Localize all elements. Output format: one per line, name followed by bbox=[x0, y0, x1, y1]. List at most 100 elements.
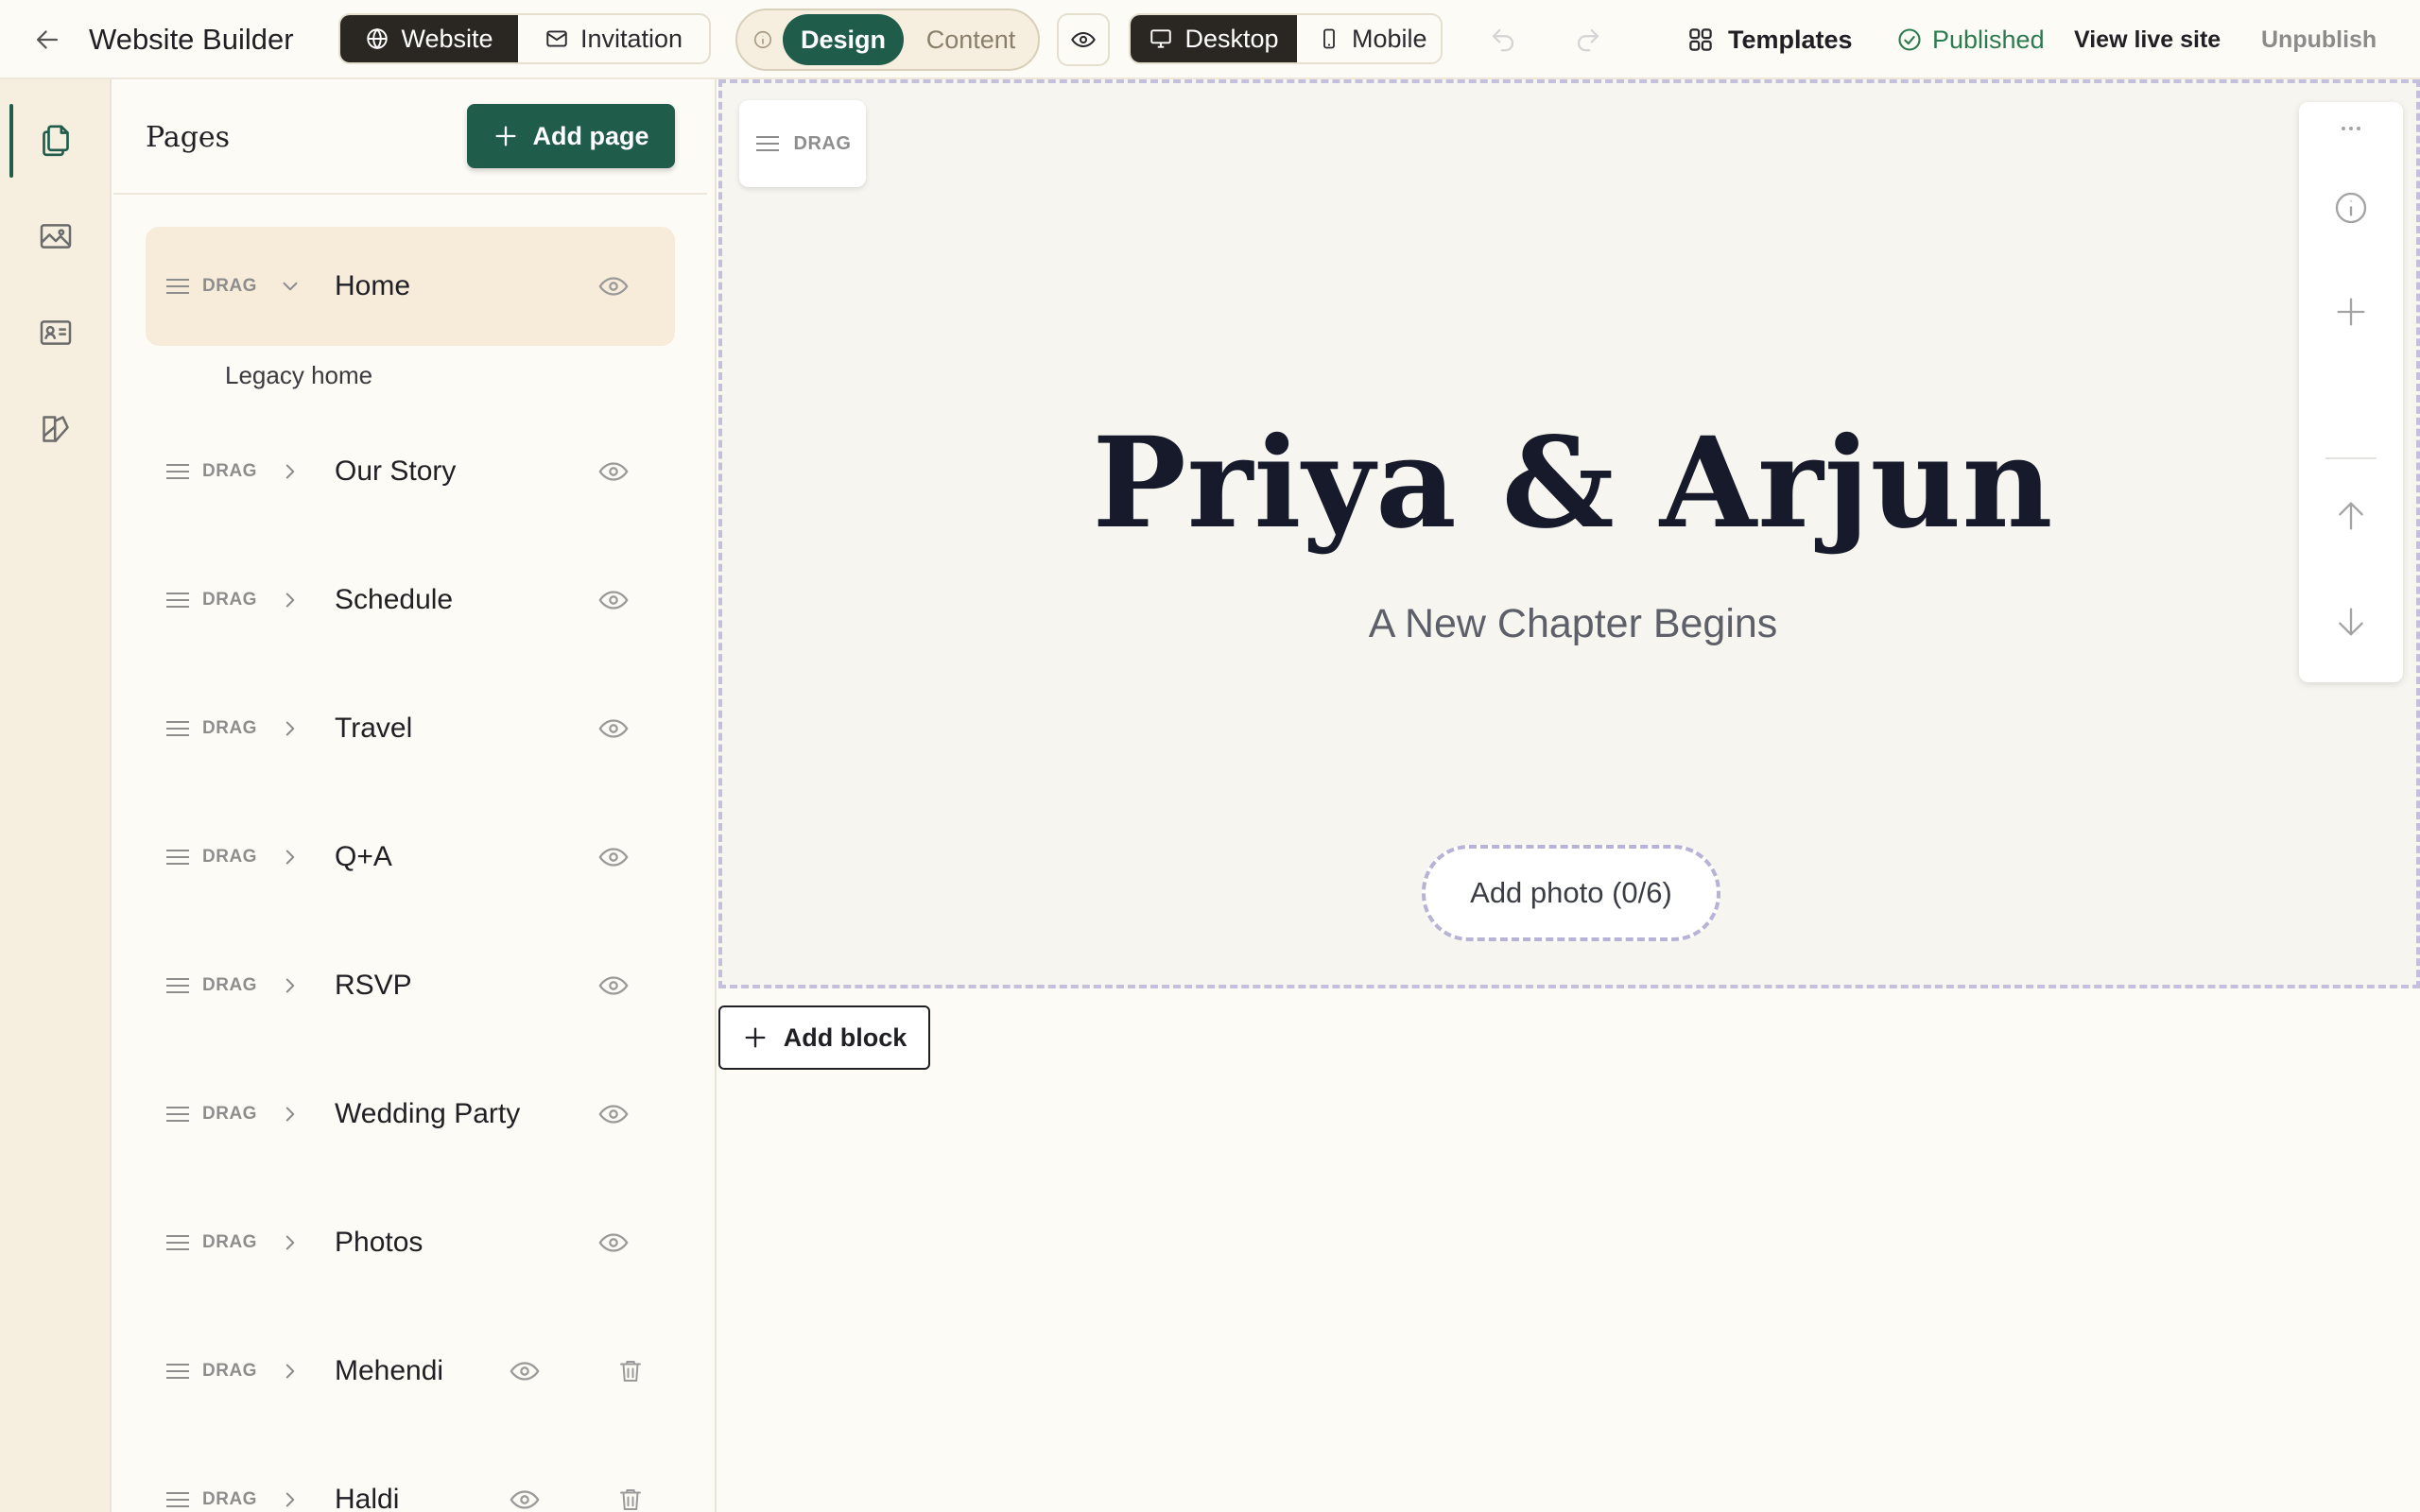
view-live-site-link[interactable]: View live site bbox=[2074, 0, 2221, 79]
redo-icon bbox=[1574, 26, 1602, 54]
page-name: Schedule bbox=[335, 584, 454, 615]
page-row-travel[interactable]: DRAG Travel bbox=[146, 669, 675, 788]
chevron-right-icon[interactable] bbox=[278, 669, 302, 788]
rail-pages-button[interactable] bbox=[0, 102, 112, 178]
drag-handle[interactable]: DRAG bbox=[164, 227, 257, 346]
chevron-right-icon[interactable] bbox=[278, 1055, 302, 1174]
chevron-right-icon[interactable] bbox=[278, 1312, 302, 1431]
info-icon[interactable] bbox=[743, 29, 783, 50]
drag-handle[interactable]: DRAG bbox=[164, 412, 257, 531]
chevron-right-icon[interactable] bbox=[278, 926, 302, 1045]
hero-block[interactable]: DRAG Priya & Arjun A New Chapter Begins … bbox=[718, 79, 2420, 988]
page-row-haldi[interactable]: DRAG Haldi bbox=[146, 1440, 675, 1512]
page-name: Mehendi bbox=[335, 1355, 444, 1386]
templates-label: Templates bbox=[1728, 25, 1853, 54]
drag-handle[interactable]: DRAG bbox=[164, 1183, 257, 1302]
page-row-mehendi[interactable]: DRAG Mehendi bbox=[146, 1312, 675, 1431]
page-row-schedule[interactable]: DRAG Schedule bbox=[146, 541, 675, 660]
drag-handle[interactable]: DRAG bbox=[164, 798, 257, 917]
tab-website[interactable]: Website bbox=[340, 15, 518, 62]
drag-label: DRAG bbox=[793, 132, 852, 154]
chevron-down-icon[interactable] bbox=[278, 227, 302, 346]
drag-handle[interactable]: DRAG bbox=[164, 541, 257, 660]
trash-icon[interactable] bbox=[616, 1440, 645, 1512]
trash-icon[interactable] bbox=[616, 1312, 645, 1431]
page-name: Our Story bbox=[335, 455, 457, 487]
check-circle-icon bbox=[1896, 26, 1923, 53]
tab-invitation[interactable]: Invitation bbox=[518, 15, 709, 62]
visibility-eye-icon[interactable] bbox=[597, 412, 630, 531]
chevron-right-icon[interactable] bbox=[278, 1440, 302, 1512]
drag-label: DRAG bbox=[202, 1361, 257, 1381]
mode-design-button[interactable]: Design bbox=[783, 14, 904, 65]
unpublish-button[interactable]: Unpublish bbox=[2261, 0, 2377, 79]
visibility-eye-icon[interactable] bbox=[509, 1440, 541, 1512]
chevron-right-icon[interactable] bbox=[278, 798, 302, 917]
website-invitation-toggle: Website Invitation bbox=[338, 13, 711, 64]
plus-icon bbox=[742, 1024, 769, 1051]
drag-handle[interactable]: DRAG bbox=[164, 669, 257, 788]
drag-label: DRAG bbox=[202, 590, 257, 610]
block-info-icon[interactable] bbox=[2299, 189, 2403, 227]
add-block-button[interactable]: Add block bbox=[718, 1005, 930, 1070]
visibility-eye-icon[interactable] bbox=[597, 926, 630, 1045]
page-row-photos[interactable]: DRAG Photos bbox=[146, 1183, 675, 1302]
arrow-up-icon[interactable] bbox=[2299, 497, 2403, 535]
page-row-rsvp[interactable]: DRAG RSVP bbox=[146, 926, 675, 1045]
page-row-home[interactable]: DRAG Home bbox=[146, 227, 675, 346]
page-name: Home bbox=[335, 270, 411, 301]
globe-icon bbox=[365, 26, 389, 51]
visibility-eye-icon[interactable] bbox=[509, 1312, 541, 1431]
page-name: Q+A bbox=[335, 841, 392, 872]
chevron-right-icon[interactable] bbox=[278, 1183, 302, 1302]
pages-panel-title: Pages bbox=[146, 121, 231, 154]
chevron-right-icon[interactable] bbox=[278, 412, 302, 531]
device-mobile[interactable]: Mobile bbox=[1297, 15, 1441, 62]
add-icon[interactable] bbox=[2299, 293, 2403, 331]
page-row-qa[interactable]: DRAG Q+A bbox=[146, 798, 675, 917]
drag-handle[interactable]: DRAG bbox=[164, 926, 257, 1045]
drag-label: DRAG bbox=[202, 1104, 257, 1124]
add-photo-button[interactable]: Add photo (0/6) bbox=[1422, 845, 1720, 941]
hero-subtitle[interactable]: A New Chapter Begins bbox=[722, 601, 2420, 647]
drag-lines-icon bbox=[164, 461, 191, 482]
drag-handle[interactable]: DRAG bbox=[164, 1055, 257, 1174]
page-row-wedding-party[interactable]: DRAG Wedding Party bbox=[146, 1055, 675, 1174]
visibility-eye-icon[interactable] bbox=[597, 541, 630, 660]
top-bar: Website Builder Website Invitation Desig… bbox=[0, 0, 2420, 79]
mobile-icon bbox=[1318, 26, 1340, 51]
toolbar-divider bbox=[2325, 457, 2377, 459]
redo-button[interactable] bbox=[1569, 0, 1607, 79]
add-block-label: Add block bbox=[783, 1022, 908, 1052]
page-name: Travel bbox=[335, 713, 413, 744]
visibility-eye-icon[interactable] bbox=[597, 227, 630, 346]
drag-label: DRAG bbox=[202, 1232, 257, 1252]
hero-title[interactable]: Priya & Arjun bbox=[722, 410, 2420, 557]
visibility-eye-icon[interactable] bbox=[597, 669, 630, 788]
drag-handle[interactable]: DRAG bbox=[164, 1312, 257, 1431]
rail-media-button[interactable] bbox=[0, 198, 112, 274]
mode-content-button[interactable]: Content bbox=[904, 26, 1038, 55]
drag-label: DRAG bbox=[202, 847, 257, 867]
device-desktop[interactable]: Desktop bbox=[1131, 15, 1297, 62]
page-row-our-story[interactable]: DRAG Our Story bbox=[146, 412, 675, 531]
tab-website-label: Website bbox=[401, 24, 493, 53]
drag-lines-icon bbox=[164, 276, 191, 297]
drag-label: DRAG bbox=[202, 276, 257, 296]
preview-button[interactable] bbox=[1057, 13, 1110, 66]
arrow-down-icon[interactable] bbox=[2299, 603, 2403, 641]
visibility-eye-icon[interactable] bbox=[597, 1055, 630, 1174]
undo-button[interactable] bbox=[1484, 0, 1522, 79]
visibility-eye-icon[interactable] bbox=[597, 1183, 630, 1302]
rail-theme-button[interactable] bbox=[0, 391, 112, 467]
back-button[interactable] bbox=[28, 0, 66, 79]
rail-details-button[interactable] bbox=[0, 295, 112, 370]
templates-button[interactable]: Templates bbox=[1686, 0, 1853, 79]
add-page-button[interactable]: Add page bbox=[467, 104, 675, 168]
visibility-eye-icon[interactable] bbox=[597, 798, 630, 917]
block-drag-handle[interactable]: DRAG bbox=[739, 100, 866, 187]
chevron-right-icon[interactable] bbox=[278, 541, 302, 660]
subpage-legacy-home[interactable]: Legacy home bbox=[225, 361, 372, 390]
drag-handle[interactable]: DRAG bbox=[164, 1440, 257, 1512]
more-options-icon[interactable] bbox=[2299, 119, 2403, 138]
